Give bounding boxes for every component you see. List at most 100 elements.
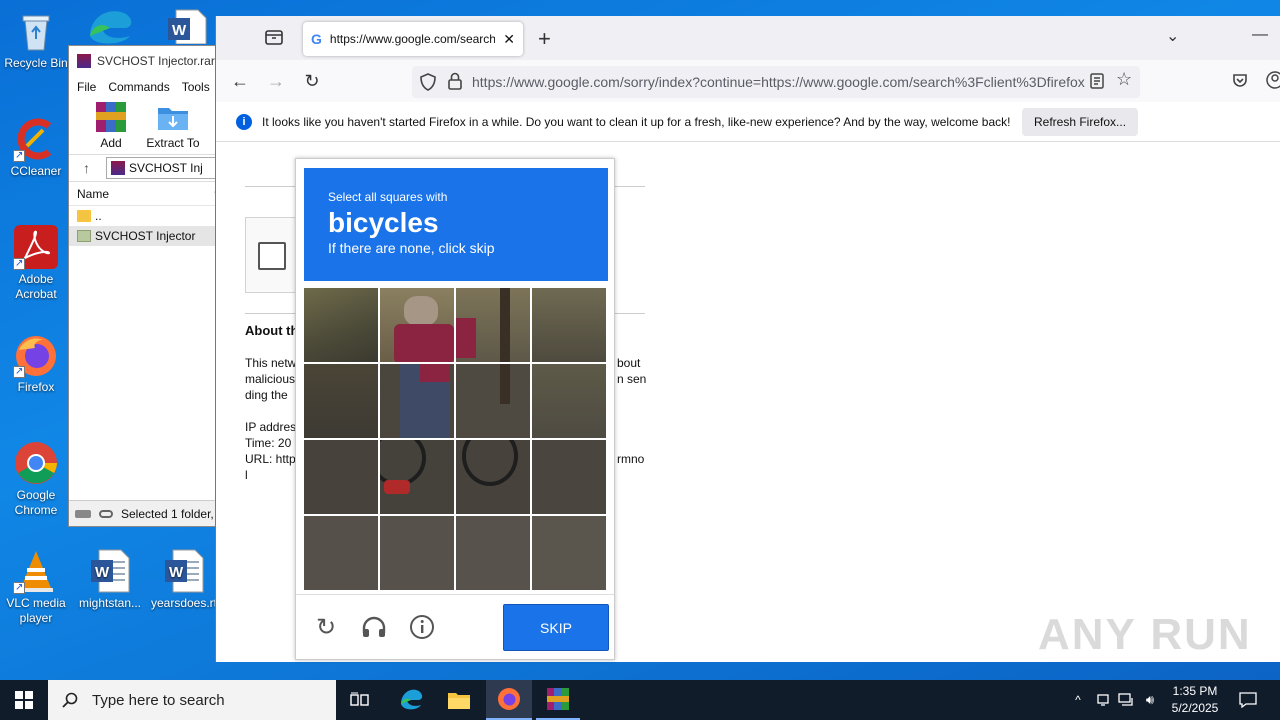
column-header-name[interactable]: Name ^: [69, 182, 227, 206]
tab-bar: G https://www.google.com/search ✕ + ⌄ —: [216, 16, 1280, 60]
desktop-icon-google-chrome[interactable]: Google Chrome: [0, 440, 72, 518]
taskbar-edge[interactable]: [390, 680, 432, 720]
winrar-titlebar: SVCHOST Injector.rar: [69, 46, 227, 76]
winrar-icon: [77, 54, 91, 68]
image-tile[interactable]: [532, 516, 606, 590]
image-tile[interactable]: [304, 516, 378, 590]
system-clock[interactable]: 1:35 PM 5/2/2025: [1164, 683, 1226, 717]
pocket-icon[interactable]: [1232, 72, 1248, 91]
image-tile[interactable]: [456, 364, 530, 438]
search-icon: [62, 692, 78, 708]
winrar-address-bar: ↑ SVCHOST Inj: [69, 154, 227, 182]
image-tile[interactable]: [532, 364, 606, 438]
image-tile[interactable]: [456, 288, 530, 362]
notification-bar: i It looks like you haven't started Fire…: [216, 102, 1280, 142]
add-archive-icon: [94, 100, 128, 134]
image-tile[interactable]: [304, 364, 378, 438]
new-tab-button[interactable]: +: [538, 26, 551, 52]
image-tile[interactable]: [380, 516, 454, 590]
list-item[interactable]: SVCHOST Injector: [69, 226, 227, 246]
extract-to-button[interactable]: Extract To: [145, 100, 201, 150]
network-tray-icon[interactable]: [1094, 680, 1112, 720]
notification-center-icon[interactable]: [1234, 680, 1262, 720]
word-document-icon: W: [168, 9, 207, 45]
show-hidden-icons-chevron-icon[interactable]: ^: [1068, 680, 1088, 720]
add-button[interactable]: Add: [83, 100, 139, 150]
info-icon: i: [236, 113, 252, 130]
image-tile[interactable]: [380, 288, 454, 362]
reload-icon[interactable]: ↻: [298, 67, 326, 95]
acrobat-icon: [13, 224, 59, 271]
firefox-view-icon: [265, 30, 283, 45]
challenge-image-grid: [304, 288, 606, 590]
clock-time: 1:35 PM: [1172, 684, 1218, 698]
ethernet-icon[interactable]: [1116, 680, 1136, 720]
volume-icon[interactable]: 🔊︎: [1140, 680, 1160, 720]
shield-icon[interactable]: [420, 73, 436, 94]
image-tile[interactable]: [304, 288, 378, 362]
folder-icon: [448, 693, 470, 709]
taskbar-search-box[interactable]: Type here to search: [48, 680, 336, 720]
desktop-icon-yearsdoes[interactable]: W yearsdoes.rt: [148, 548, 220, 611]
folder-icon: [77, 230, 91, 242]
image-tile[interactable]: [456, 440, 530, 514]
winrar-menubar: File Commands Tools: [69, 76, 227, 98]
image-tile[interactable]: [304, 440, 378, 514]
list-item[interactable]: ..: [69, 206, 227, 226]
desktop-icon-edge-partial[interactable]: [86, 6, 136, 44]
desktop-icon-firefox[interactable]: Firefox: [0, 332, 72, 395]
menu-commands[interactable]: Commands: [108, 80, 169, 94]
taskbar: Type here to search ^ 🔊︎ 1:35 PM 5/2/202…: [0, 680, 1280, 720]
ip-line: IP addres: [245, 420, 297, 434]
task-view-button[interactable]: [340, 680, 380, 720]
winrar-window: SVCHOST Injector.rar File Commands Tools…: [68, 45, 228, 527]
image-tile[interactable]: [532, 440, 606, 514]
desktop-icon-vlc[interactable]: VLC media player: [0, 548, 72, 626]
up-arrow-icon[interactable]: ↑: [83, 160, 90, 176]
svg-text:W: W: [95, 564, 110, 581]
image-tile[interactable]: [532, 288, 606, 362]
tab-google-search[interactable]: G https://www.google.com/search ✕: [303, 22, 523, 56]
url-bar[interactable]: https://www.google.com/sorry/index?conti…: [412, 66, 1140, 98]
recaptcha-checkbox[interactable]: [258, 242, 286, 270]
desktop-icon-word-partial[interactable]: W: [164, 8, 210, 45]
winrar-icon: [111, 161, 125, 175]
firefox-view-button[interactable]: [264, 28, 284, 49]
menu-tools[interactable]: Tools: [182, 80, 210, 94]
word-document-icon: W: [87, 548, 133, 594]
audio-challenge-icon[interactable]: [360, 613, 388, 641]
desktop-icon-recycle-bin[interactable]: Recycle Bin: [0, 8, 72, 71]
winrar-icon: [547, 688, 569, 710]
start-button[interactable]: [0, 680, 48, 720]
search-placeholder: Type here to search: [92, 691, 225, 709]
key-icon: [99, 509, 113, 518]
image-tile[interactable]: [380, 364, 454, 438]
url-path: /sorry/index?continue=https://www.google…: [619, 74, 1085, 90]
close-tab-icon[interactable]: ✕: [503, 31, 515, 48]
refresh-firefox-button[interactable]: Refresh Firefox...: [1022, 108, 1139, 136]
forward-arrow-icon[interactable]: →: [262, 67, 290, 95]
account-icon[interactable]: [1266, 71, 1280, 92]
desktop-icon-ccleaner[interactable]: CCleaner: [0, 116, 72, 179]
winrar-title: SVCHOST Injector.rar: [97, 54, 215, 68]
taskbar-winrar[interactable]: [536, 680, 580, 720]
taskbar-firefox[interactable]: [486, 680, 532, 720]
desktop-icon-mightstan[interactable]: W mightstan...: [74, 548, 146, 611]
reader-view-icon[interactable]: [1090, 73, 1104, 92]
info-paragraph-line: bout: [617, 356, 641, 370]
image-tile[interactable]: [456, 516, 530, 590]
archive-path-field[interactable]: SVCHOST Inj: [106, 157, 227, 179]
minimize-button[interactable]: —: [1252, 26, 1268, 44]
list-all-tabs-chevron-icon[interactable]: ⌄: [1166, 26, 1179, 46]
skip-button[interactable]: SKIP: [503, 604, 609, 651]
menu-file[interactable]: File: [77, 80, 96, 94]
lock-icon[interactable]: [448, 72, 462, 93]
url-line-wrap: l: [245, 468, 248, 482]
bookmark-star-icon[interactable]: ☆: [1116, 69, 1132, 90]
back-arrow-icon[interactable]: ←: [226, 67, 254, 95]
info-help-icon[interactable]: [408, 613, 436, 641]
desktop-icon-adobe-acrobat[interactable]: Adobe Acrobat: [0, 224, 72, 302]
taskbar-file-explorer[interactable]: [438, 680, 480, 720]
image-tile[interactable]: [380, 440, 454, 514]
reload-challenge-icon[interactable]: ↻: [312, 613, 340, 641]
